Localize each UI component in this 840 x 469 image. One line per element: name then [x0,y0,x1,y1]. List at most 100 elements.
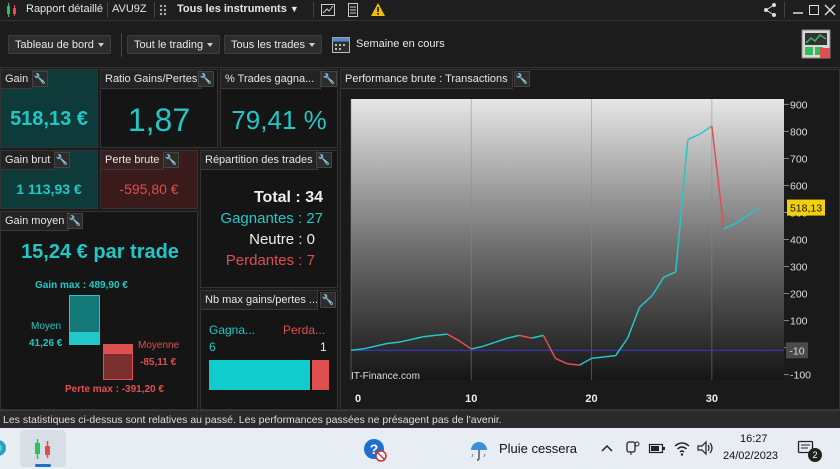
performance-chart[interactable]: 01020309008007006005004003002001000-1005… [341,70,839,409]
wrench-icon[interactable]: 🔧 [320,292,336,308]
average-loss-label: Moyenne [138,340,180,351]
separator [313,2,314,18]
maximize-icon[interactable] [808,2,820,21]
y-tick-label: 900 [790,99,808,111]
wifi-icon[interactable] [673,439,691,462]
wrench-icon[interactable]: 🔧 [32,71,48,87]
panel-title: Répartition des trades [201,151,318,170]
average-gain-panel: Gain moyen 🔧 15,24 € par trade Gain max … [0,211,198,410]
max-gain: Gain max : 489,90 € [35,280,128,291]
candlestick-icon [31,437,55,466]
loss-streak-bar [312,360,329,390]
win-rate-panel: % Trades gagna... 🔧 79,41 % [220,69,338,148]
x-tick-label: 20 [585,393,597,405]
taskbar-app-button[interactable] [20,430,66,467]
chart-window-icon[interactable] [320,2,336,21]
disclaimer: Les statistiques ci-dessus sont relative… [0,410,840,428]
baseline-label: -10 [789,345,804,357]
active-indicator [35,464,51,467]
y-tick-label: 200 [790,289,808,301]
ratio-panel: Ratio Gains/Pertes 🔧 1,87 [100,69,218,148]
gross-loss-panel: Perte brute 🔧 -595,80 € [100,150,198,209]
weather-icon[interactable] [467,438,491,467]
win-streak-label: Gagna... [209,323,256,337]
average-gain-label: Moyen [31,321,62,332]
panel-title: Ratio Gains/Pertes [101,70,203,89]
chevron-down-icon [308,43,315,48]
average-gain-value: 15,24 € par trade [21,241,179,263]
x-tick-label: 30 [706,393,718,405]
title-bar: Rapport détaillé AVU9Z Tous les instrume… [0,0,840,21]
y-tick-label: 700 [790,153,808,165]
meet-icon[interactable] [624,439,640,462]
separator [154,2,155,18]
trades-dropdown[interactable]: Tous les trades [224,35,322,54]
wrench-icon[interactable]: 🔧 [198,71,214,87]
separator [107,2,108,18]
instruments-dropdown[interactable]: Tous les instruments ▼ [177,3,299,15]
wrench-icon[interactable]: 🔧 [54,152,70,168]
clock-date[interactable]: 24/02/2023 [723,450,778,462]
winning-trades: Gagnantes : 27 [220,210,323,227]
neutral-trades: Neutre : 0 [249,231,315,248]
average-gain-amount: 41,26 € [29,338,63,349]
last-value-label: 518,13 [790,203,822,215]
gross-gain-panel: Gain brut 🔧 1 113,93 € [0,150,98,209]
report-settings-icon[interactable] [800,28,834,67]
chevron-down-icon [97,43,104,48]
panel-title: Gain [1,70,34,89]
average-loss-fill [103,344,133,354]
loss-streak-value: 1 [320,340,327,354]
win-streak-bar [209,360,310,390]
loss-streak-label: Perda... [283,323,326,337]
wrench-icon[interactable]: 🔧 [316,152,332,168]
battery-icon[interactable] [648,440,666,461]
grip-icon[interactable] [158,2,168,21]
losing-trades: Perdantes : 7 [225,252,315,269]
wrench-icon[interactable]: 🔧 [67,213,83,229]
dashboard-dropdown[interactable]: Tableau de bord [8,35,111,54]
taskbar: ? Pluie cessera 16:27 24/02/2023 2 [0,428,840,469]
x-tick-label: 10 [465,393,477,405]
chevron-down-icon [207,43,214,48]
win-rate-value: 79,41 % [231,105,327,135]
average-loss-amount: -85,11 € [140,357,177,368]
weather-text[interactable]: Pluie cessera [499,441,577,456]
wrench-icon[interactable]: 🔧 [321,71,337,87]
account-id[interactable]: AVU9Z [112,3,147,15]
panel-title: Perte brute [101,151,165,170]
wrench-icon[interactable]: 🔧 [163,152,179,168]
close-icon[interactable] [824,2,836,21]
win-streak-value: 6 [209,340,216,354]
report-title: Rapport détaillé [26,3,104,15]
candlestick-icon [4,2,20,21]
average-gain-fill [69,332,100,345]
share-icon[interactable] [762,2,778,21]
max-streak-panel: Nb max gains/pertes ... 🔧 Gagna... Perda… [200,290,338,410]
clock-time[interactable]: 16:27 [740,433,768,445]
total-trades: Total : 34 [253,189,323,206]
watermark: IT-Finance.com [351,371,420,382]
gross-gain-value: 1 113,93 € [16,181,82,197]
max-loss: Perte max : -391,20 € [65,384,164,395]
period-label[interactable]: Semaine en cours [356,38,445,50]
warning-icon[interactable] [370,2,386,21]
minimize-icon[interactable] [792,2,804,21]
y-tick-label: -100 [790,370,811,382]
panel-title: % Trades gagna... [221,70,321,89]
calendar-icon[interactable] [331,34,351,59]
panel-title: Nb max gains/pertes ... [201,291,318,310]
trading-dropdown[interactable]: Tout le trading [127,35,221,54]
gross-loss-value: -595,80 € [119,181,179,197]
edge-icon[interactable] [0,438,8,463]
gain-value: 518,13 € [10,108,88,130]
toolbar: Tableau de bord Tout le trading Tous les… [0,22,840,68]
y-tick-label: 300 [790,262,808,274]
ratio-value: 1,87 [127,102,191,138]
chevron-up-icon[interactable] [600,440,614,461]
help-icon[interactable]: ? [363,438,387,467]
document-icon[interactable] [345,2,361,21]
separator [784,2,785,18]
volume-icon[interactable] [696,439,714,462]
gain-panel: Gain 🔧 518,13 € [0,69,98,148]
